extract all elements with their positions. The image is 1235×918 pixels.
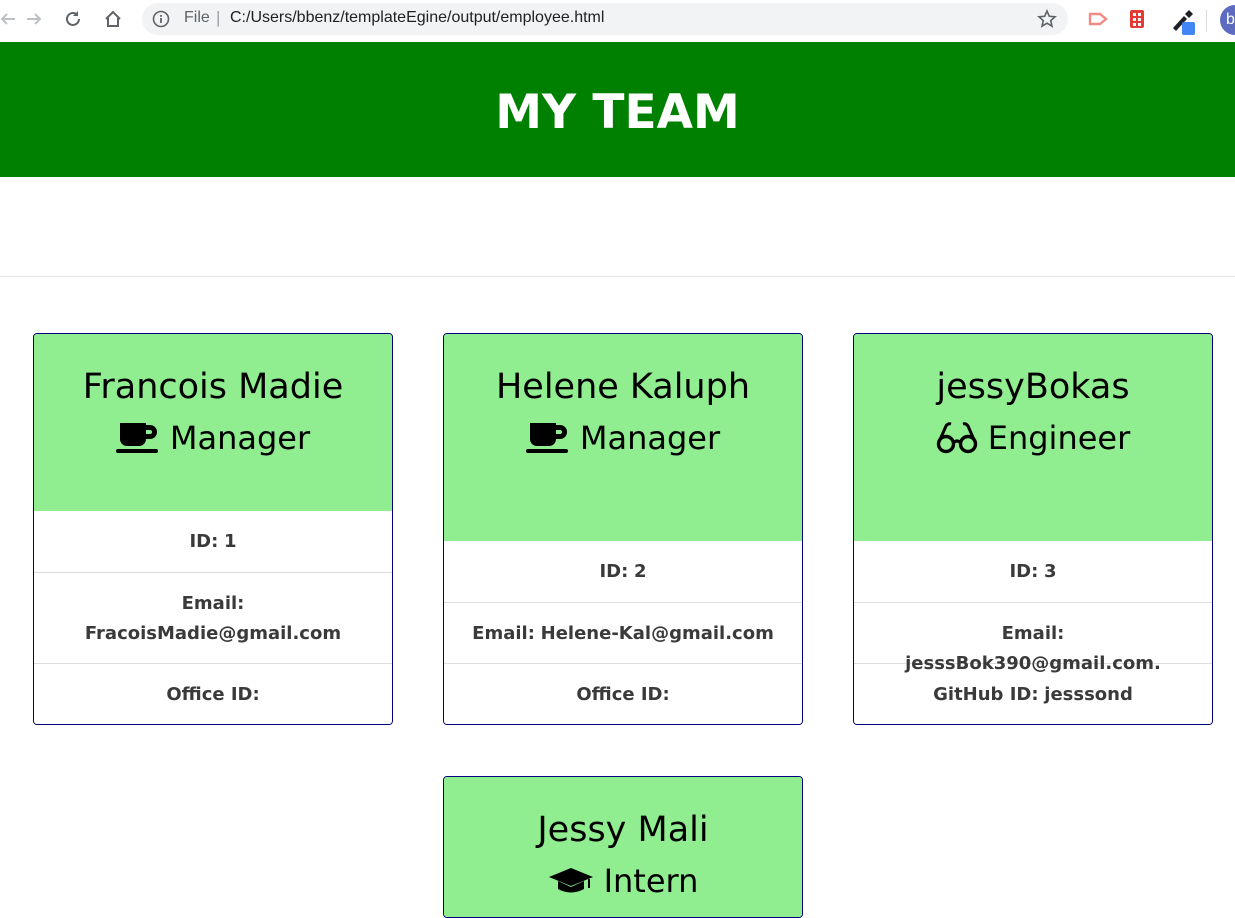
- email-row: Email: Helene-Kal@gmail.com: [444, 602, 802, 663]
- reload-icon: [66, 11, 80, 26]
- id-value: 2: [634, 561, 647, 582]
- reload-button[interactable]: [59, 5, 87, 33]
- employee-role: Manager: [444, 418, 802, 458]
- url-text[interactable]: C:/Users/bbenz/templateEgine/output/empl…: [230, 9, 604, 27]
- email-label: Email:: [181, 593, 245, 614]
- github-id-value[interactable]: jesssond: [1044, 684, 1133, 705]
- employee-role: Engineer: [854, 418, 1212, 458]
- card-details: ID: 2 Email: Helene-Kal@gmail.com Office…: [444, 541, 802, 724]
- employee-card: jessyBokas Engineer ID: 3 Email: jesssBo…: [853, 333, 1213, 725]
- page-title: MY TEAM: [495, 85, 740, 140]
- forward-button[interactable]: [20, 5, 48, 33]
- mug-icon: [115, 423, 158, 453]
- office-id-label: Office ID:: [166, 684, 260, 705]
- bookmark-star-icon[interactable]: [1037, 9, 1057, 29]
- home-button[interactable]: [99, 5, 127, 33]
- card-details: ID: 3 Email: jesssBok390@gmail.com. GitH…: [854, 541, 1212, 724]
- email-row: Email: FracoisMadie@gmail.com: [34, 572, 392, 663]
- role-label: Manager: [169, 419, 311, 457]
- email-label: Email:: [472, 623, 535, 644]
- page-header: MY TEAM: [0, 42, 1235, 177]
- extension-red-icon[interactable]: [1128, 8, 1146, 30]
- id-label: ID:: [599, 561, 629, 582]
- card-details: ID: 1 Email: FracoisMadie@gmail.com Offi…: [34, 511, 392, 724]
- scheme-label: File: [184, 9, 210, 26]
- email-value[interactable]: Helene-Kal@gmail.com: [541, 623, 774, 644]
- mug-icon: [525, 423, 568, 453]
- role-label: Engineer: [987, 419, 1131, 457]
- id-row: ID: 2: [444, 541, 802, 602]
- extension-tag-icon[interactable]: [1087, 8, 1109, 30]
- employee-card: Francois Madie Manager ID: 1 Email: Frac…: [33, 333, 393, 725]
- id-label: ID:: [1009, 561, 1039, 582]
- employee-name: Helene Kaluph: [495, 367, 751, 407]
- back-button[interactable]: [0, 5, 22, 33]
- employee-card: Jessy Mali Intern: [443, 776, 803, 918]
- browser-toolbar: File | C:/Users/bbenz/templateEgine/outp…: [0, 0, 1235, 43]
- address-bar[interactable]: File | C:/Users/bbenz/templateEgine/outp…: [142, 3, 1068, 35]
- toolbar-divider: [1206, 10, 1207, 32]
- glasses-icon: [936, 422, 977, 454]
- github-id-label: GitHub ID:: [933, 684, 1039, 705]
- email-value[interactable]: FracoisMadie@gmail.com: [85, 623, 341, 644]
- role-label: Intern: [603, 862, 699, 900]
- card-header: Jessy Mali Intern: [444, 777, 802, 917]
- email-label: Email:: [1001, 623, 1065, 644]
- info-icon[interactable]: [152, 10, 170, 28]
- office-row: Office ID:: [34, 663, 392, 724]
- email-value[interactable]: jesssBok390@gmail.com.: [905, 653, 1161, 674]
- employee-name: Jessy Mali: [537, 810, 709, 850]
- card-header: Francois Madie Manager: [34, 334, 392, 511]
- employee-card: Helene Kaluph Manager ID: 2 Email: Helen…: [443, 333, 803, 725]
- scheme-separator: |: [216, 8, 221, 27]
- id-row: ID: 1: [34, 511, 392, 572]
- id-label: ID:: [189, 531, 219, 552]
- employee-role: Intern: [444, 861, 802, 901]
- id-value: 1: [224, 531, 237, 552]
- email-row: Email: jesssBok390@gmail.com.: [854, 602, 1212, 674]
- divider: [0, 276, 1235, 277]
- employee-name: Francois Madie: [82, 367, 344, 407]
- id-row: ID: 3: [854, 541, 1212, 602]
- role-label: Manager: [579, 419, 721, 457]
- office-id-label: Office ID:: [576, 684, 670, 705]
- profile-avatar[interactable]: b: [1220, 5, 1235, 35]
- color-picker-icon[interactable]: [1170, 6, 1198, 36]
- card-header: jessyBokas Engineer: [854, 334, 1212, 541]
- employee-name: jessyBokas: [936, 367, 1130, 407]
- forward-arrow-icon: [27, 13, 42, 25]
- id-value: 3: [1044, 561, 1057, 582]
- office-row: Office ID:: [444, 663, 802, 724]
- back-arrow-icon: [0, 13, 15, 25]
- employee-role: Manager: [34, 418, 392, 458]
- home-icon: [105, 10, 121, 27]
- graduation-cap-icon: [548, 868, 593, 893]
- card-header: Helene Kaluph Manager: [444, 334, 802, 541]
